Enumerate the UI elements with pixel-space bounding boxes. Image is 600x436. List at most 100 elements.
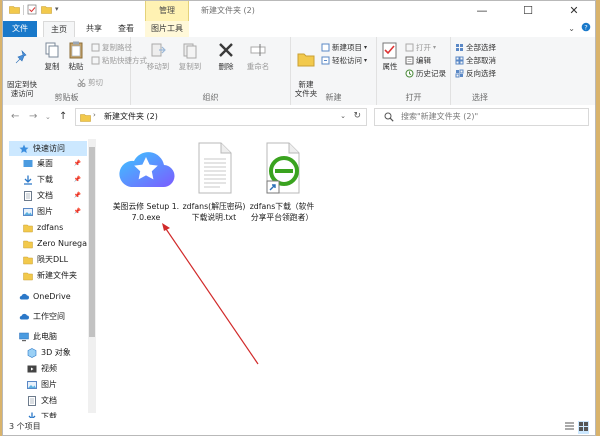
nav-item-quick-access[interactable]: 快速访问 [9,141,87,156]
edit-button[interactable]: 编辑 [405,55,431,66]
properties-check-icon[interactable] [27,4,38,15]
explorer-window: ▾ 管理 新建文件夹 (2) — ☐ ✕ 文件 主页 共享 查看 图片工具 ⌄ … [2,0,596,436]
cube-icon [27,347,37,358]
select-none-button[interactable]: 全部取消 [455,55,496,66]
cloud-icon [19,312,29,322]
nav-item-pc-downloads[interactable]: 下载 [27,409,87,418]
nav-item-zero-nurega[interactable]: Zero Nurega [23,236,87,251]
select-none-icon [455,56,464,65]
move-to-button[interactable]: 移动到 [143,40,173,71]
window-title: 新建文件夹 (2) [201,6,255,15]
easy-access-icon [321,56,330,65]
close-button[interactable]: ✕ [551,1,595,21]
delete-button[interactable]: 删除 [213,40,239,71]
nav-item-yuntian-dll[interactable]: 陨天DLL [23,252,87,267]
easy-access-button[interactable]: 轻松访问 ▾ [321,55,367,66]
scissors-icon [77,78,86,87]
file-list: 美图云修 Setup 1.7.0.exe zdfans(解压密码)下载说明.tx… [99,133,595,416]
picture-icon [23,207,33,217]
tab-picture-tools[interactable]: 图片工具 [145,21,189,37]
pin-icon: 📌 [73,176,81,183]
context-tab-manage[interactable]: 管理 [145,1,189,21]
large-icons-view-icon[interactable] [578,421,589,434]
nav-item-pc-documents[interactable]: 文档 [27,393,87,408]
address-dropdown-icon[interactable]: ⌄ [340,112,346,120]
open-group-label: 打开 [405,93,422,102]
nav-item-documents[interactable]: 文档 📌 [23,188,87,203]
pin-icon: 📌 [73,192,81,199]
tab-view[interactable]: 查看 [111,21,141,37]
organize-group-label: 组织 [202,93,219,102]
organize-group: 移动到 复制到 删除 重命名 组织 [131,37,291,105]
up-arrow-icon[interactable]: ↑ [59,111,67,122]
open-button[interactable]: 打开 ▾ [405,42,436,53]
dropdown-icon: ▾ [364,57,368,64]
nav-item-pc-pictures[interactable]: 图片 [27,377,87,392]
nav-item-desktop[interactable]: 桌面 📌 [23,156,87,171]
help-icon[interactable]: ? [581,22,591,34]
nav-item-zdfans[interactable]: zdfans [23,220,87,235]
folder-icon[interactable] [9,4,20,15]
breadcrumb-chevron-icon[interactable]: › [93,111,96,119]
edit-icon [405,56,414,65]
chevron-down-icon[interactable]: ⌄ [568,24,575,33]
tab-file[interactable]: 文件 [3,21,37,37]
forward-arrow-icon[interactable]: → [29,111,37,122]
dropdown-icon: ▾ [364,44,368,51]
invert-selection-icon [455,69,464,78]
ribbon-controls: ⌄ ? [568,22,591,34]
title-bar: ▾ 管理 新建文件夹 (2) — ☐ ✕ [3,1,595,21]
ribbon: 固定到快 速访问 复制 粘贴 复制路径 粘贴快捷方式 剪切 剪贴板 移动到 复制… [3,37,595,106]
back-arrow-icon[interactable]: ← [11,111,19,122]
paste-shortcut-icon [91,56,100,65]
nav-item-videos[interactable]: 视频 [27,361,87,376]
nav-item-3d-objects[interactable]: 3D 对象 [27,345,87,360]
new-folder-button[interactable]: 新建 文件夹 [293,40,319,98]
select-all-button[interactable]: 全部选择 [455,42,496,53]
folder-icon [23,271,33,281]
tab-share[interactable]: 共享 [79,21,109,37]
copy-path-button[interactable]: 复制路径 [91,42,132,53]
status-bar: 3 个项目 [3,418,595,435]
copy-to-button[interactable]: 复制到 [175,40,205,71]
nav-item-workspace[interactable]: 工作空间 [19,309,87,324]
paste-button[interactable]: 粘贴 [65,40,87,71]
tab-home[interactable]: 主页 [43,21,75,38]
nav-pane-scrollbar[interactable] [88,139,96,413]
new-item-button[interactable]: 新建项目 ▾ [321,42,367,53]
cut-button[interactable]: 剪切 [77,77,103,88]
search-input[interactable]: 搜索"新建文件夹 (2)" [374,108,589,126]
new-group-label: 新建 [325,93,342,102]
rename-button[interactable]: 重命名 [243,40,273,71]
properties-button[interactable]: 属性 [379,40,401,71]
minimize-button[interactable]: — [459,1,505,21]
star-icon [19,144,29,154]
history-button[interactable]: 历史记录 [405,68,446,79]
navigation-bar: ← → ⌄ ↑ › 新建文件夹 (2) ⌄ ↻ 搜索"新建文件夹 (2)" [3,105,595,130]
address-path: 新建文件夹 (2) [104,112,158,121]
recent-locations-icon[interactable]: ⌄ [45,113,51,121]
invert-selection-button[interactable]: 反向选择 [455,68,496,79]
nav-item-pictures[interactable]: 图片 📌 [23,204,87,219]
search-placeholder: 搜索"新建文件夹 (2)" [401,112,479,121]
svg-text:?: ? [584,23,587,31]
maximize-button[interactable]: ☐ [505,1,551,21]
new-folder-icon[interactable] [41,4,52,15]
pin-icon: 📌 [73,208,81,215]
details-view-icon[interactable] [564,421,575,434]
nav-item-onedrive[interactable]: OneDrive [19,289,87,304]
download-arrow-icon [23,175,33,185]
document-icon [27,395,37,406]
dropdown-icon[interactable]: ▾ [55,4,66,15]
nav-item-this-pc[interactable]: 此电脑 [19,329,87,344]
copy-button[interactable]: 复制 [41,40,63,71]
nav-item-new-folder[interactable]: 新建文件夹 [23,268,87,283]
address-bar[interactable]: › 新建文件夹 (2) ⌄ ↻ [75,108,367,126]
refresh-icon[interactable]: ↻ [353,111,361,121]
pin-quick-access-button[interactable]: 固定到快 速访问 [7,40,37,98]
folder-icon [297,49,315,69]
new-item-icon [321,43,330,52]
scrollbar-thumb[interactable] [89,147,95,337]
select-group-label: 选择 [472,93,488,102]
nav-item-downloads[interactable]: 下载 📌 [23,172,87,187]
